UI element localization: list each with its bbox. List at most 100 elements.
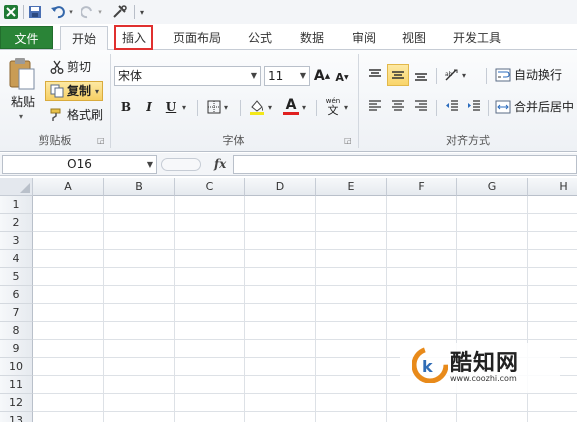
redo-dropdown-icon[interactable]: ▾ (96, 3, 104, 21)
dialog-launcher-icon[interactable]: ◲ (97, 136, 106, 145)
font-name-combo[interactable]: 宋体 ▼ (114, 66, 261, 86)
merge-icon[interactable] (494, 98, 512, 116)
dialog-launcher-icon[interactable]: ◲ (344, 136, 353, 145)
customize-icon[interactable] (110, 3, 130, 21)
grid-row-line (33, 303, 577, 304)
row-header-7[interactable]: 7 (0, 304, 33, 322)
fill-color-dropdown-icon[interactable]: ▾ (268, 100, 272, 116)
chevron-down-icon[interactable]: ▼ (251, 67, 257, 85)
undo-icon[interactable] (49, 3, 67, 21)
tab-review[interactable]: 审阅 (342, 26, 386, 50)
chevron-down-icon[interactable]: ▼ (147, 156, 153, 173)
row-header-6[interactable]: 6 (0, 286, 33, 304)
fill-color-icon[interactable] (247, 97, 267, 117)
grid-column-line (315, 196, 316, 422)
borders-dropdown-icon[interactable]: ▾ (224, 100, 228, 116)
watermark-url: www.coozhi.com (450, 374, 517, 383)
align-top-icon[interactable] (365, 65, 385, 85)
wrap-text-icon[interactable] (494, 66, 512, 84)
bold-button[interactable]: B (117, 98, 135, 116)
qat-more-icon[interactable]: ▾ (137, 3, 147, 21)
cut-icon[interactable] (49, 59, 65, 75)
column-header-e[interactable]: E (316, 178, 387, 196)
column-header-c[interactable]: C (175, 178, 245, 196)
decrease-indent-icon[interactable] (443, 97, 461, 115)
name-box[interactable]: O16 ▼ (2, 155, 157, 174)
watermark-brand: 酷知网 (450, 351, 520, 376)
grid-row-line (33, 321, 577, 322)
undo-dropdown-icon[interactable]: ▾ (67, 3, 75, 21)
excel-icon[interactable] (2, 3, 20, 21)
grid-row-line (33, 267, 577, 268)
align-bottom-icon[interactable] (411, 65, 431, 85)
row-header-3[interactable]: 3 (0, 232, 33, 250)
ribbon-tabs: 文件 开始 插入 页面布局 公式 数据 审阅 视图 开发工具 (0, 24, 577, 51)
orientation-icon[interactable]: ab (442, 65, 462, 85)
shrink-font-icon[interactable]: A ▼ (333, 68, 351, 86)
row-header-12[interactable]: 12 (0, 394, 33, 412)
formula-bar-resize-handle[interactable] (161, 158, 201, 171)
column-header-b[interactable]: B (104, 178, 175, 196)
paste-label[interactable]: 粘贴 (11, 94, 35, 110)
underline-button[interactable]: U (163, 98, 179, 116)
align-middle-icon[interactable] (387, 64, 409, 86)
row-header-13[interactable]: 13 (0, 412, 33, 422)
column-header-d[interactable]: D (245, 178, 316, 196)
align-left-icon[interactable] (366, 97, 384, 115)
merge-center-label[interactable]: 合并后居中 (514, 99, 574, 115)
tab-file[interactable]: 文件 (0, 26, 53, 49)
grow-font-icon[interactable]: A ▲ (313, 66, 331, 86)
redo-icon[interactable] (80, 3, 96, 21)
column-header-f[interactable]: F (387, 178, 457, 196)
italic-button[interactable]: I (140, 98, 158, 116)
tab-data[interactable]: 数据 (290, 26, 334, 50)
paste-icon[interactable] (5, 54, 39, 94)
paste-dropdown-icon[interactable]: ▾ (19, 109, 23, 125)
save-icon[interactable] (27, 3, 43, 21)
row-header-10[interactable]: 10 (0, 358, 33, 376)
select-all-corner[interactable] (0, 178, 33, 196)
underline-dropdown-icon[interactable]: ▾ (182, 100, 186, 116)
grid-row-line (33, 213, 577, 214)
font-group-label: 字体 (222, 134, 245, 147)
column-header-a[interactable]: A (33, 178, 104, 196)
copy-dropdown-icon[interactable]: ▾ (95, 84, 99, 100)
grid-column-line (103, 196, 104, 422)
tab-formulas[interactable]: 公式 (238, 26, 282, 50)
phonetic-dropdown-icon[interactable]: ▾ (344, 100, 348, 116)
formula-input[interactable] (233, 155, 577, 174)
row-header-8[interactable]: 8 (0, 322, 33, 340)
column-header-g[interactable]: G (457, 178, 528, 196)
cut-label[interactable]: 剪切 (67, 59, 91, 75)
grid-row-line (33, 231, 577, 232)
copy-icon[interactable] (49, 83, 65, 99)
align-center-icon[interactable] (389, 97, 407, 115)
format-painter-label[interactable]: 格式刷 (67, 107, 103, 123)
align-right-icon[interactable] (412, 97, 430, 115)
orientation-dropdown-icon[interactable]: ▾ (462, 68, 466, 84)
insert-function-icon[interactable]: fx (214, 157, 226, 171)
row-header-4[interactable]: 4 (0, 250, 33, 268)
borders-icon[interactable] (205, 98, 223, 116)
row-header-5[interactable]: 5 (0, 268, 33, 286)
phonetic-icon[interactable]: wén 文 (322, 96, 344, 118)
grid-column-line (386, 196, 387, 422)
font-size-combo[interactable]: 11 ▼ (264, 66, 310, 86)
column-header-h[interactable]: H (528, 178, 577, 196)
copy-label[interactable]: 复制 (67, 83, 91, 99)
row-header-1[interactable]: 1 (0, 196, 33, 214)
tab-page-layout[interactable]: 页面布局 (165, 26, 229, 50)
wrap-text-label[interactable]: 自动换行 (514, 67, 562, 83)
row-header-2[interactable]: 2 (0, 214, 33, 232)
tab-developer[interactable]: 开发工具 (445, 26, 509, 50)
format-painter-icon[interactable] (49, 107, 65, 123)
row-header-9[interactable]: 9 (0, 340, 33, 358)
tab-view[interactable]: 视图 (392, 26, 436, 50)
tab-home[interactable]: 开始 (60, 26, 108, 51)
chevron-down-icon[interactable]: ▼ (300, 67, 306, 85)
row-header-11[interactable]: 11 (0, 376, 33, 394)
increase-indent-icon[interactable] (465, 97, 483, 115)
clipboard-group-label: 剪贴板 (38, 134, 72, 147)
font-color-dropdown-icon[interactable]: ▾ (302, 100, 306, 116)
font-color-icon[interactable]: A (281, 96, 301, 116)
